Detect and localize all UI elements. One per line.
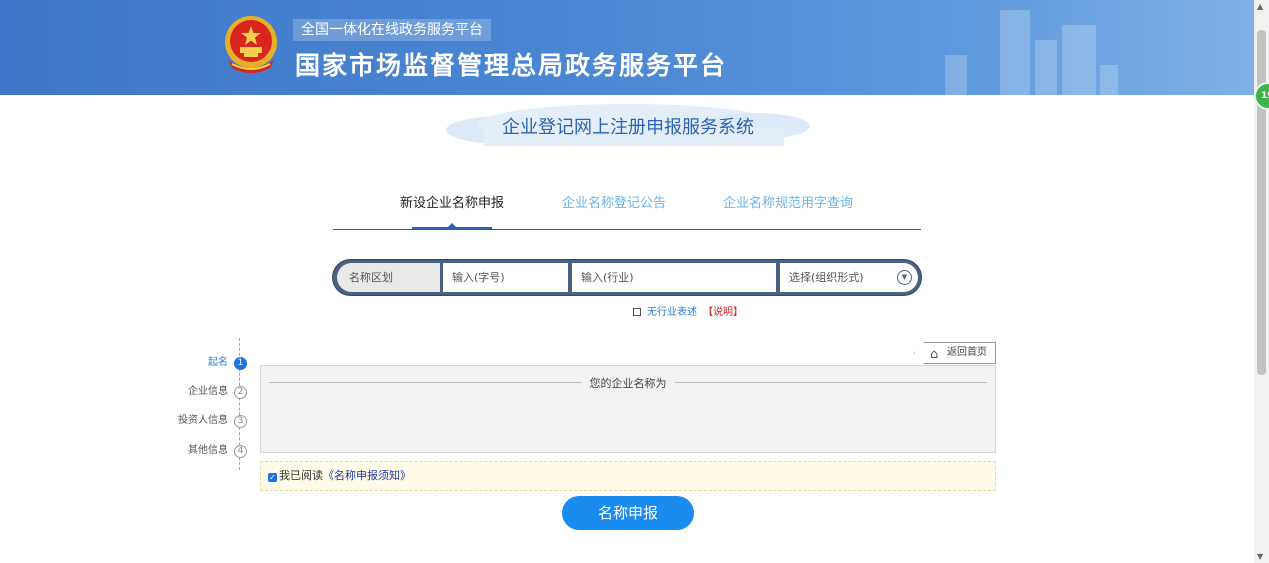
name-preview-caption: 您的企业名称为 (581, 377, 675, 390)
no-industry-label[interactable]: 无行业表述 (647, 307, 697, 318)
national-emblem-icon (225, 16, 277, 73)
tab-new-name-application[interactable]: 新设企业名称申报 (400, 192, 504, 211)
agreement-prefix: 我已阅读 (279, 469, 323, 482)
name-application-button[interactable]: 名称申报 (562, 496, 694, 530)
tab-name-character-query[interactable]: 企业名称规范用字查询 (723, 192, 853, 211)
step-label: 企业信息 (188, 386, 228, 397)
step-number: 1 (234, 357, 247, 370)
name-preview-caption-wrap: 您的企业名称为 (261, 375, 995, 391)
step-company-info[interactable]: 企业信息 2 (147, 382, 247, 399)
no-industry-checkbox[interactable] (633, 308, 641, 316)
agreement-row: ✓ 我已阅读《名称申报须知》 (260, 461, 996, 491)
no-industry-option: 无行业表述 【说明】 (633, 303, 743, 318)
zihao-input[interactable]: 输入(字号) (443, 263, 568, 292)
step-label: 起名 (208, 357, 228, 368)
org-form-select[interactable]: 选择(组织形式) ▼ (780, 263, 918, 292)
name-composition-bar: 名称区划 输入(字号) 输入(行业) 选择(组织形式) ▼ (332, 259, 922, 296)
platform-tag: 全国一体化在线政务服务平台 (293, 19, 491, 41)
city-silhouette (1035, 40, 1057, 95)
step-label: 其他信息 (188, 445, 228, 456)
chevron-down-icon[interactable]: ▼ (897, 270, 912, 285)
tab-bar: 新设企业名称申报 企业名称登记公告 企业名称规范用字查询 (333, 190, 921, 230)
agreement-checkbox[interactable]: ✓ (268, 473, 277, 482)
org-form-select-label: 选择(组织形式) (789, 271, 864, 284)
city-silhouette (945, 55, 967, 95)
step-investor-info[interactable]: 投资人信息 3 (147, 411, 247, 428)
scroll-down-icon[interactable]: ▼ (1257, 552, 1263, 561)
application-notice-link[interactable]: 《名称申报须知》 (323, 469, 411, 482)
step-number: 4 (234, 445, 247, 458)
city-silhouette (1100, 65, 1118, 95)
explain-link[interactable]: 【说明】 (703, 307, 743, 318)
step-naming[interactable]: 起名 1 (147, 353, 247, 370)
system-title: 企业登记网上注册申报服务系统 (502, 117, 754, 138)
active-tab-caret-icon (447, 223, 457, 228)
step-label: 投资人信息 (178, 415, 228, 426)
company-name-preview: 您的企业名称为 (260, 365, 996, 453)
industry-input[interactable]: 输入(行业) (572, 263, 776, 292)
step-number: 3 (234, 415, 247, 428)
city-silhouette (1062, 25, 1096, 95)
city-silhouette (1000, 10, 1030, 95)
step-other-info[interactable]: 其他信息 4 (147, 441, 247, 458)
region-field[interactable]: 名称区划 (337, 263, 440, 292)
tab-name-registration-notice[interactable]: 企业名称登记公告 (562, 192, 666, 211)
header-banner: 全国一体化在线政务服务平台 国家市场监督管理总局政务服务平台 (0, 0, 1254, 95)
back-home-button[interactable]: ⌂ 返回首页 (914, 342, 996, 364)
step-number: 2 (234, 386, 247, 399)
scroll-up-icon[interactable]: ▲ (1257, 2, 1263, 11)
back-home-label: 返回首页 (947, 347, 987, 358)
page-title: 国家市场监督管理总局政务服务平台 (295, 51, 728, 80)
home-icon: ⌂ (930, 347, 939, 362)
